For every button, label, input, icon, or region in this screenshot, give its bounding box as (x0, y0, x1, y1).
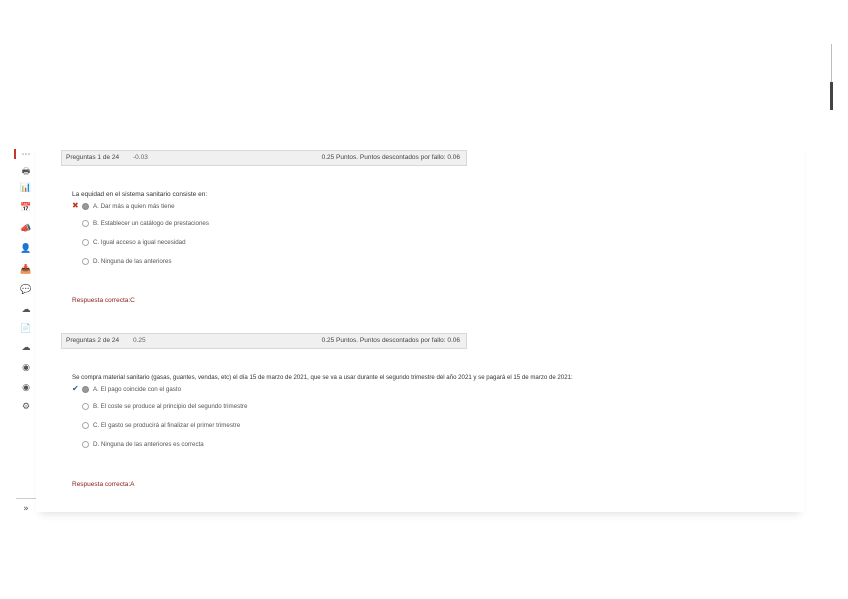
question-header: Preguntas 2 de 24 0.25 0.25 Puntos. Punt… (61, 333, 467, 349)
option-label: A. El pago coincide con el gasto (93, 386, 182, 393)
radio-button[interactable] (82, 257, 89, 265)
wrong-icon: ✖ (72, 201, 79, 210)
answer-option[interactable]: C. Igual acceso a igual necesidad (72, 238, 186, 248)
option-label: D. Ninguna de las anteriores (93, 258, 172, 265)
answer-option[interactable]: C. El gasto se producirá al finalizar el… (72, 421, 240, 431)
check-icon: ✔ (72, 384, 79, 393)
question-text: Se compra material sanitario (gasas, gua… (72, 374, 573, 381)
chart-icon[interactable]: 📊 (18, 180, 34, 196)
question-points: 0.25 Puntos. Puntos descontados por fall… (321, 337, 460, 344)
answer-option[interactable]: ✖ A. Dar más a quien más tiene (72, 201, 175, 211)
quiz-results-panel: Preguntas 1 de 24 -0.03 0.25 Puntos. Pun… (36, 140, 804, 512)
sidebar: ⋯ 🖶 📊 📅 📣 👤 📥 💬 ☁ 📄 ☁ ◉ ◉ ⚙ » (14, 145, 36, 515)
correct-answer: Respuesta correcta:C (72, 297, 135, 304)
radio-button[interactable] (82, 385, 89, 393)
answer-option[interactable]: D. Ninguna de las anteriores es correcta (72, 440, 204, 450)
menu-icon[interactable]: ⋯ (18, 147, 34, 163)
scrollbar-thumb[interactable] (830, 44, 833, 110)
radio-button[interactable] (82, 219, 89, 227)
option-label: C. Igual acceso a igual necesidad (93, 239, 186, 246)
radio-button[interactable] (82, 402, 89, 410)
answer-option[interactable]: B. Establecer un catálogo de prestacione… (72, 219, 209, 229)
calendar-icon[interactable]: 📅 (18, 200, 34, 216)
scrollbar-handle[interactable] (830, 82, 833, 110)
question-header: Preguntas 1 de 24 -0.03 0.25 Puntos. Pun… (61, 150, 467, 166)
scrollbar-track (831, 44, 832, 82)
globe-icon[interactable]: ◉ (18, 360, 34, 376)
option-label: A. Dar más a quien más tiene (93, 203, 175, 210)
sidebar-active-indicator (14, 149, 16, 159)
sidebar-divider (16, 498, 36, 499)
question-score: 0.25 (133, 337, 146, 344)
option-label: B. El coste se produce al principio del … (93, 403, 248, 410)
question-number: Preguntas 2 de 24 (66, 337, 120, 344)
globe-alt-icon[interactable]: ◉ (18, 380, 34, 396)
radio-button[interactable] (82, 440, 89, 448)
cloud-check-icon[interactable]: ☁ (18, 302, 34, 318)
megaphone-icon[interactable]: 📣 (18, 221, 34, 237)
option-label: D. Ninguna de las anteriores es correcta (93, 441, 204, 448)
question-text: La equidad en el sistema sanitario consi… (72, 191, 208, 198)
radio-button[interactable] (82, 202, 89, 210)
radio-button[interactable] (82, 421, 89, 429)
chat-icon[interactable]: 💬 (18, 282, 34, 298)
question-points: 0.25 Puntos. Puntos descontados por fall… (321, 154, 460, 161)
option-label: B. Establecer un catálogo de prestacione… (93, 220, 209, 227)
question-score: -0.03 (133, 154, 148, 161)
question-number: Preguntas 1 de 24 (66, 154, 120, 161)
correct-answer: Respuesta correcta:A (72, 481, 135, 488)
settings-icon[interactable]: ⚙ (18, 399, 34, 415)
chevrons-icon[interactable]: » (18, 501, 34, 517)
document-icon[interactable]: 📄 (18, 321, 34, 337)
answer-option[interactable]: ✔ A. El pago coincide con el gasto (72, 384, 181, 394)
cloud-icon[interactable]: ☁ (18, 340, 34, 356)
print-icon[interactable]: 🖶 (18, 164, 34, 180)
answer-option[interactable]: D. Ninguna de las anteriores (72, 257, 171, 267)
answer-option[interactable]: B. El coste se produce al principio del … (72, 402, 247, 412)
option-label: C. El gasto se producirá al finalizar el… (93, 422, 241, 429)
radio-button[interactable] (82, 238, 89, 246)
user-icon[interactable]: 👤 (18, 241, 34, 257)
inbox-icon[interactable]: 📥 (18, 262, 34, 278)
